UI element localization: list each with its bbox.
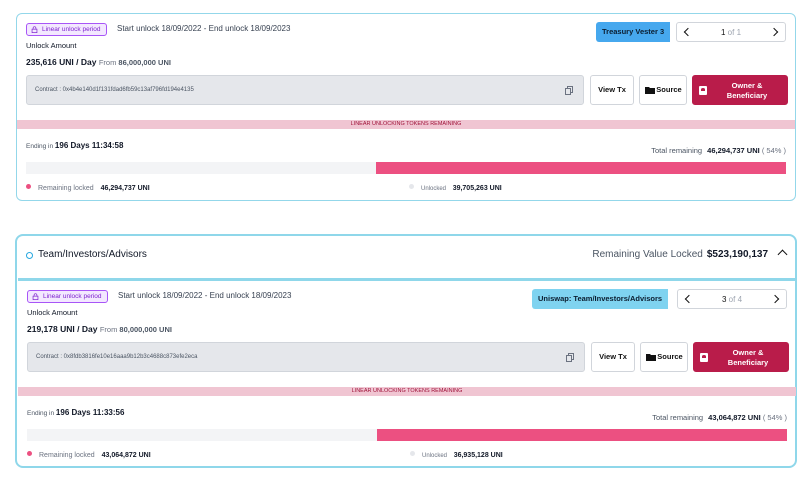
vester-selector: Treasury Vester 3 1 of 1 [596,22,786,42]
owner-label-line1: Owner & [732,348,764,357]
ending-label: Ending in [26,143,54,150]
rate-value: 219,178 UNI [27,324,75,334]
linear-unlock-badge: Linear unlock period [26,23,107,36]
vester-name: Uniswap: Team/Investors/Advisors [532,289,669,309]
badge-label: Linear unlock period [43,293,102,300]
contract-address: Contract : 0x4b4e140d1f131fdad6fb59c13af… [35,87,194,93]
locked-value: 46,294,737 UNI [100,185,150,192]
owner-label-line2: Beneficiary [726,91,768,100]
group-dot-icon [26,252,33,259]
rate-unit: / Day [77,324,98,334]
group-title: Team/Investors/Advisors [38,249,147,260]
owner-label-line2: Beneficiary [727,358,769,367]
locked-label: Remaining locked [39,452,95,459]
rate-from-label: From [98,58,117,67]
rate-from-value: 86,000,000 UNI [118,58,171,67]
owner-beneficiary-button[interactable]: Owner & Beneficiary [692,75,788,105]
locked-label: Remaining locked [38,185,94,192]
rate-unit: / Day [76,57,97,67]
legend-unlocked: Unlocked 39,705,263 UNI [409,184,502,192]
total-value: 43,064,872 UNI [708,413,761,422]
unlock-period-text: Start unlock 18/09/2022 - End unlock 18/… [117,24,291,33]
source-label: Source [656,85,682,94]
group-locked-value: $523,190,137 [706,249,768,260]
page-indicator: 3 of 4 [721,295,743,304]
unlocked-label: Unlocked [422,453,448,459]
vester-pager: 3 of 4 [677,289,787,309]
total-remaining: Total remaining 43,064,872 UNI ( 54% ) [652,413,787,422]
legend-remaining-locked: Remaining locked 43,064,872 UNI [27,451,151,459]
vesting-card-team: Linear unlock period Start unlock 18/09/… [18,278,796,466]
remaining-progress-bar [27,429,787,441]
ending-countdown: Ending in 196 Days 11:34:58 [26,141,123,150]
remaining-progress-fill [375,162,786,174]
total-remaining: Total remaining 46,294,737 UNI ( 54% ) [651,146,786,155]
ending-value: 196 Days 11:33:56 [55,408,125,417]
ending-label: Ending in [27,410,55,417]
folder-icon [646,354,656,361]
group-locked-label: Remaining Value Locked [592,249,703,260]
source-button[interactable]: Source [640,342,688,372]
ending-value: 196 Days 11:34:58 [54,141,124,150]
chevron-up-icon[interactable] [777,249,788,260]
total-percent: ( 54% ) [761,146,786,155]
owner-beneficiary-button[interactable]: Owner & Beneficiary [693,342,789,372]
unlock-rate: 219,178 UNI / Day From 80,000,000 UNI [27,324,172,334]
legend-remaining-locked: Remaining locked 46,294,737 UNI [26,184,150,192]
rate-from-label: From [99,325,118,334]
total-label: Total remaining [651,146,703,155]
unlock-amount-label: Unlock Amount [26,41,77,50]
unlock-period-text: Start unlock 18/09/2022 - End unlock 18/… [118,291,292,300]
folder-icon [645,87,655,94]
contract-address: Contract : 0x8fdb3816fe10e16aaa9b12b3c46… [36,354,198,360]
owner-label-line1: Owner & [731,81,763,90]
vesting-group-team: Team/Investors/Advisors Remaining Value … [15,234,797,468]
contract-address-box: Contract : 0x8fdb3816fe10e16aaa9b12b3c46… [27,342,585,372]
total-label: Total remaining [652,413,704,422]
total-percent: ( 54% ) [762,413,787,422]
source-label: Source [657,352,683,361]
view-tx-button[interactable]: View Tx [591,342,635,372]
vester-selector: Uniswap: Team/Investors/Advisors 3 of 4 [532,289,787,309]
linear-unlock-badge: Linear unlock period [27,290,108,303]
copy-icon[interactable] [566,353,574,362]
remaining-progress-fill [376,429,787,441]
page-indicator: 1 of 1 [720,28,742,37]
locked-value: 43,064,872 UNI [101,452,151,459]
contract-address-box: Contract : 0x4b4e140d1f131fdad6fb59c13af… [26,75,584,105]
remaining-banner: LINEAR UNLOCKING TOKENS REMAINING [18,387,796,396]
remaining-progress-bar [26,162,786,174]
remaining-banner: LINEAR UNLOCKING TOKENS REMAINING [17,120,795,129]
unlock-amount-label: Unlock Amount [27,308,78,317]
rate-value: 235,616 UNI [26,57,74,67]
legend-unlocked: Unlocked 36,935,128 UNI [410,451,503,459]
total-value: 46,294,737 UNI [707,146,760,155]
unlocked-label: Unlocked [421,186,447,192]
badge-label: Linear unlock period [42,26,101,33]
vesting-card-treasury: Linear unlock period Start unlock 18/09/… [16,13,796,201]
owner-icon [700,353,708,362]
unlock-rate: 235,616 UNI / Day From 86,000,000 UNI [26,57,171,67]
lock-icon [31,26,38,33]
vester-pager: 1 of 1 [676,22,786,42]
group-remaining-value: Remaining Value Locked $523,190,137 [592,249,768,260]
owner-icon [699,86,707,95]
lock-icon [32,293,39,300]
ending-countdown: Ending in 196 Days 11:33:56 [27,408,124,417]
group-header[interactable]: Team/Investors/Advisors Remaining Value … [17,236,795,276]
view-tx-button[interactable]: View Tx [590,75,634,105]
copy-icon[interactable] [565,86,573,95]
unlocked-value: 39,705,263 UNI [452,185,502,192]
rate-from-value: 80,000,000 UNI [119,325,172,334]
vester-name: Treasury Vester 3 [596,22,671,42]
source-button[interactable]: Source [639,75,687,105]
unlocked-value: 36,935,128 UNI [453,452,503,459]
